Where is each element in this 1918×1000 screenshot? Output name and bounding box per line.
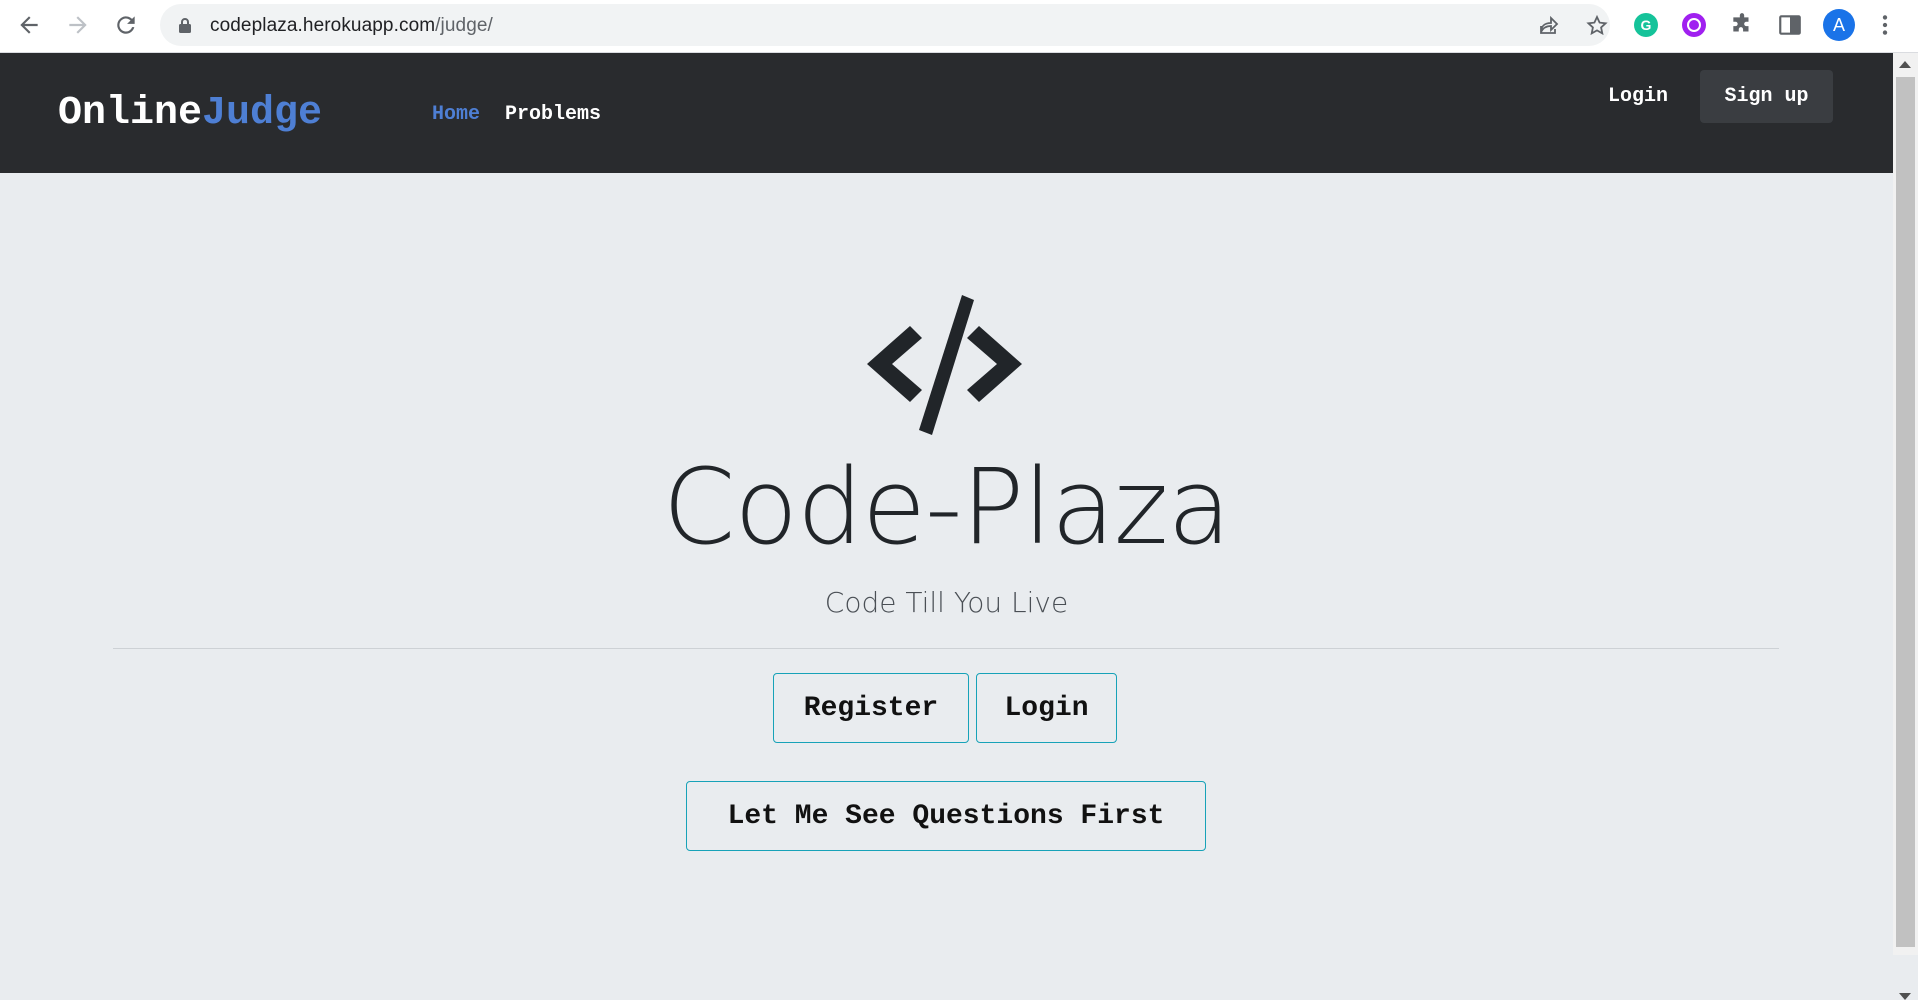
register-button[interactable]: Register (773, 673, 969, 743)
lock-icon (179, 18, 191, 33)
side-panel-icon[interactable] (1777, 12, 1803, 38)
star-icon[interactable] (1585, 14, 1609, 38)
scroll-down-icon[interactable] (1899, 993, 1911, 1000)
forward-arrow-icon[interactable] (65, 12, 91, 38)
profile-avatar[interactable]: A (1823, 9, 1855, 41)
login-button[interactable]: Login (976, 673, 1117, 743)
scroll-thumb[interactable] (1896, 77, 1915, 947)
scroll-up-icon[interactable] (1899, 61, 1911, 68)
page-subtitle: Code Till You Live (824, 586, 1069, 619)
brand-logo[interactable]: OnlineJudge (58, 91, 322, 136)
svg-text:G: G (1641, 17, 1652, 33)
back-arrow-icon[interactable] (16, 12, 42, 38)
divider (113, 648, 1779, 649)
page-scrollbar[interactable] (1893, 53, 1918, 1000)
navbar-signup-button[interactable]: Sign up (1700, 70, 1833, 123)
url-text: codeplaza.herokuapp.com/judge/ (210, 15, 493, 36)
navbar-login-link[interactable]: Login (1608, 85, 1668, 108)
extension-icon[interactable] (1681, 12, 1707, 38)
grammarly-icon[interactable]: G (1633, 12, 1659, 38)
reload-icon[interactable] (113, 12, 139, 38)
address-bar[interactable]: codeplaza.herokuapp.com/judge/ (160, 4, 1610, 46)
see-questions-button[interactable]: Let Me See Questions First (686, 781, 1206, 851)
page-title: Code-Plaza (662, 446, 1231, 568)
nav-link-problems[interactable]: Problems (505, 103, 601, 126)
nav-link-home[interactable]: Home (432, 103, 480, 126)
site-navbar: OnlineJudge Home Problems Login Sign up (0, 53, 1893, 173)
browser-toolbar: codeplaza.herokuapp.com/judge/ G A (0, 0, 1918, 53)
share-icon[interactable] (1537, 14, 1561, 38)
puzzle-icon[interactable] (1729, 12, 1755, 38)
more-icon[interactable] (1872, 12, 1898, 38)
code-brackets-icon (867, 295, 1022, 435)
